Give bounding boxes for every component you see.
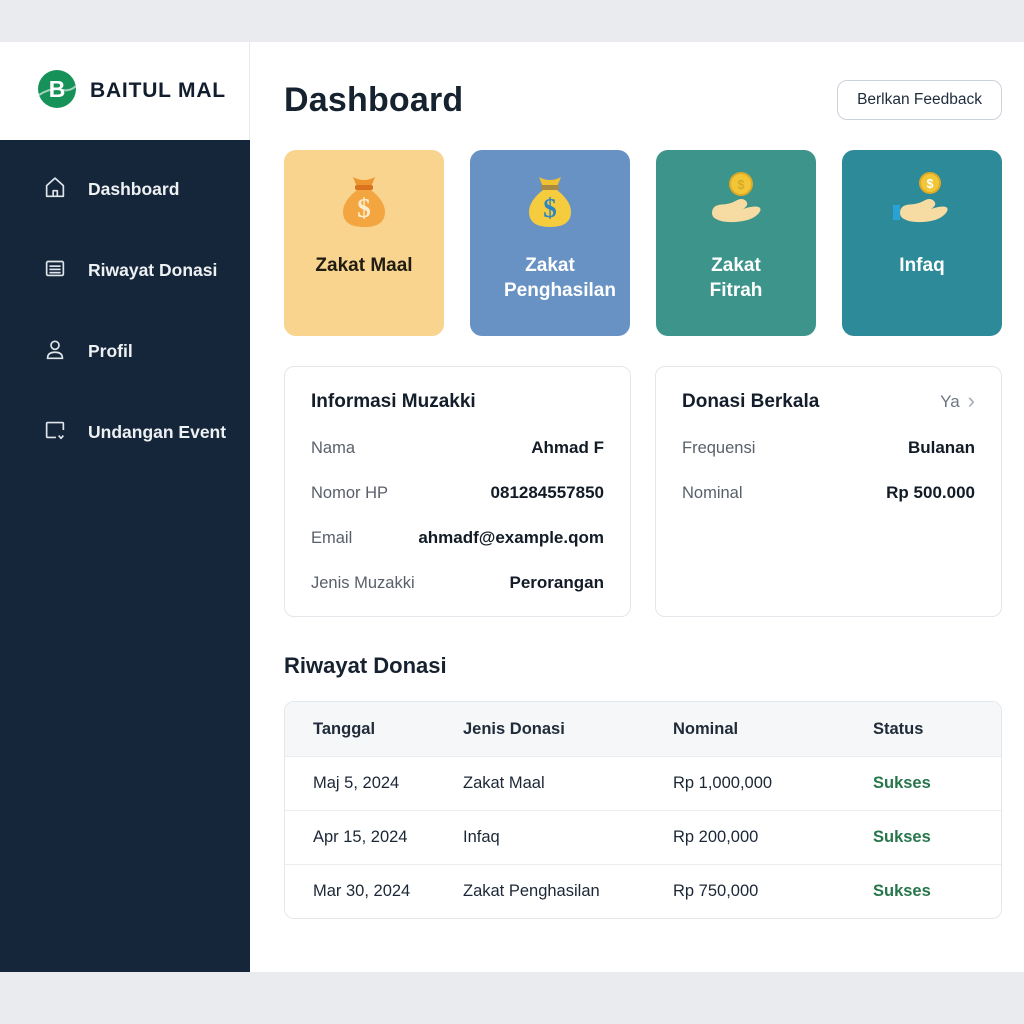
cell-amount: Rp 750,000 [673, 882, 873, 901]
donation-history-table: Tanggal Jenis Donasi Nominal Status Maj … [284, 701, 1002, 919]
svg-text:$: $ [737, 177, 745, 192]
field-label: Email [311, 529, 352, 548]
sidebar-nav: Dashboard Riwayat Donasi [0, 140, 250, 972]
sidebar-item-undangan-event[interactable]: Undangan Event [0, 407, 250, 457]
brand-logo-row: B BAITUL MAL [0, 42, 250, 140]
cell-type: Infaq [463, 828, 673, 847]
card-label: Zakat Penghasilan [504, 253, 596, 303]
svg-text:B: B [49, 76, 66, 102]
sidebar-item-label: Dashboard [88, 179, 179, 200]
card-zakat-maal[interactable]: $ Zakat Maal [284, 150, 444, 336]
page-title: Dashboard [284, 81, 463, 120]
home-icon [42, 174, 68, 205]
brand-name: BAITUL MAL [90, 79, 226, 103]
info-cards-row: Informasi Muzakki Nama Ahmad F Nomor HP … [284, 366, 1002, 617]
money-bag-icon: $ [518, 170, 582, 239]
field-value: Ahmad F [531, 438, 604, 458]
card-zakat-penghasilan[interactable]: $ Zakat Penghasilan [470, 150, 630, 336]
sidebar-item-dashboard[interactable]: Dashboard [0, 164, 250, 214]
recurring-donation-card: Donasi Berkala Ya › Frequensi Bulanan No… [655, 366, 1002, 617]
field-jenis-muzakki: Jenis Muzakki Perorangan [311, 573, 604, 593]
svg-text:$: $ [543, 193, 557, 223]
sidebar: B BAITUL MAL Dashboard [0, 42, 250, 972]
field-label: Jenis Muzakki [311, 574, 415, 593]
cell-type: Zakat Maal [463, 774, 673, 793]
recurring-status-value: Ya [940, 392, 960, 412]
donation-type-cards: $ Zakat Maal $ Zakat Penghasilan [284, 150, 1002, 336]
cell-amount: Rp 200,000 [673, 828, 873, 847]
hand-coin-icon: $ [890, 170, 954, 239]
table-header-row: Tanggal Jenis Donasi Nominal Status [285, 702, 1001, 756]
status-badge: Sukses [873, 774, 1001, 793]
field-email: Email ahmadf@example.qom [311, 528, 604, 548]
hand-coin-icon: $ [704, 170, 768, 239]
card-infaq[interactable]: $ Infaq [842, 150, 1002, 336]
status-badge: Sukses [873, 882, 1001, 901]
sidebar-item-label: Profil [88, 341, 133, 362]
column-header-jenis-donasi: Jenis Donasi [463, 720, 673, 739]
table-row: Maj 5, 2024 Zakat Maal Rp 1,000,000 Suks… [285, 756, 1001, 810]
app-window: B BAITUL MAL Dashboard [0, 42, 1024, 972]
sidebar-item-riwayat-donasi[interactable]: Riwayat Donasi [0, 245, 250, 295]
field-value: ahmadf@example.qom [418, 528, 604, 548]
recurring-status-link[interactable]: Ya › [940, 392, 975, 412]
field-value: Rp 500.000 [886, 483, 975, 503]
svg-text:$: $ [357, 193, 371, 223]
field-value: 081284557850 [491, 483, 604, 503]
cell-date: Apr 15, 2024 [313, 828, 463, 847]
cell-date: Mar 30, 2024 [313, 882, 463, 901]
user-icon [42, 336, 68, 367]
field-value: Bulanan [908, 438, 975, 458]
feedback-button[interactable]: Berlkan Feedback [837, 80, 1002, 120]
card-label: Zakat Fitrah [690, 253, 782, 303]
field-label: Nominal [682, 484, 743, 503]
field-nama: Nama Ahmad F [311, 438, 604, 458]
table-row: Mar 30, 2024 Zakat Penghasilan Rp 750,00… [285, 864, 1001, 918]
card-label: Zakat Maal [315, 253, 412, 278]
card-label: Infaq [899, 253, 944, 278]
cell-amount: Rp 1,000,000 [673, 774, 873, 793]
muzakki-info-card: Informasi Muzakki Nama Ahmad F Nomor HP … [284, 366, 631, 617]
sidebar-item-profil[interactable]: Profil [0, 326, 250, 376]
sidebar-item-label: Undangan Event [88, 422, 226, 443]
card-zakat-fitrah[interactable]: $ Zakat Fitrah [656, 150, 816, 336]
status-badge: Sukses [873, 828, 1001, 847]
sidebar-item-label: Riwayat Donasi [88, 260, 217, 281]
column-header-nominal: Nominal [673, 720, 873, 739]
table-row: Apr 15, 2024 Infaq Rp 200,000 Sukses [285, 810, 1001, 864]
money-bag-icon: $ [332, 170, 396, 239]
field-nomor-hp: Nomor HP 081284557850 [311, 483, 604, 503]
field-frequensi: Frequensi Bulanan [682, 438, 975, 458]
column-header-status: Status [873, 720, 1001, 739]
main-content: Dashboard Berlkan Feedback $ Zakat Maal [250, 42, 1024, 972]
recurring-donation-title: Donasi Berkala [682, 391, 819, 413]
field-value: Perorangan [510, 573, 604, 593]
chevron-right-icon: › [968, 390, 975, 412]
brand-logo-icon: B [36, 68, 78, 115]
cell-type: Zakat Penghasilan [463, 882, 673, 901]
field-nominal: Nominal Rp 500.000 [682, 483, 975, 503]
page-header: Dashboard Berlkan Feedback [284, 80, 1002, 120]
list-icon [42, 255, 68, 286]
donation-history-title: Riwayat Donasi [284, 653, 1002, 679]
event-icon [42, 417, 68, 448]
field-label: Nama [311, 439, 355, 458]
field-label: Nomor HP [311, 484, 388, 503]
column-header-tanggal: Tanggal [313, 720, 463, 739]
svg-text:$: $ [927, 177, 934, 191]
cell-date: Maj 5, 2024 [313, 774, 463, 793]
muzakki-info-title: Informasi Muzakki [311, 391, 476, 413]
field-label: Frequensi [682, 439, 755, 458]
